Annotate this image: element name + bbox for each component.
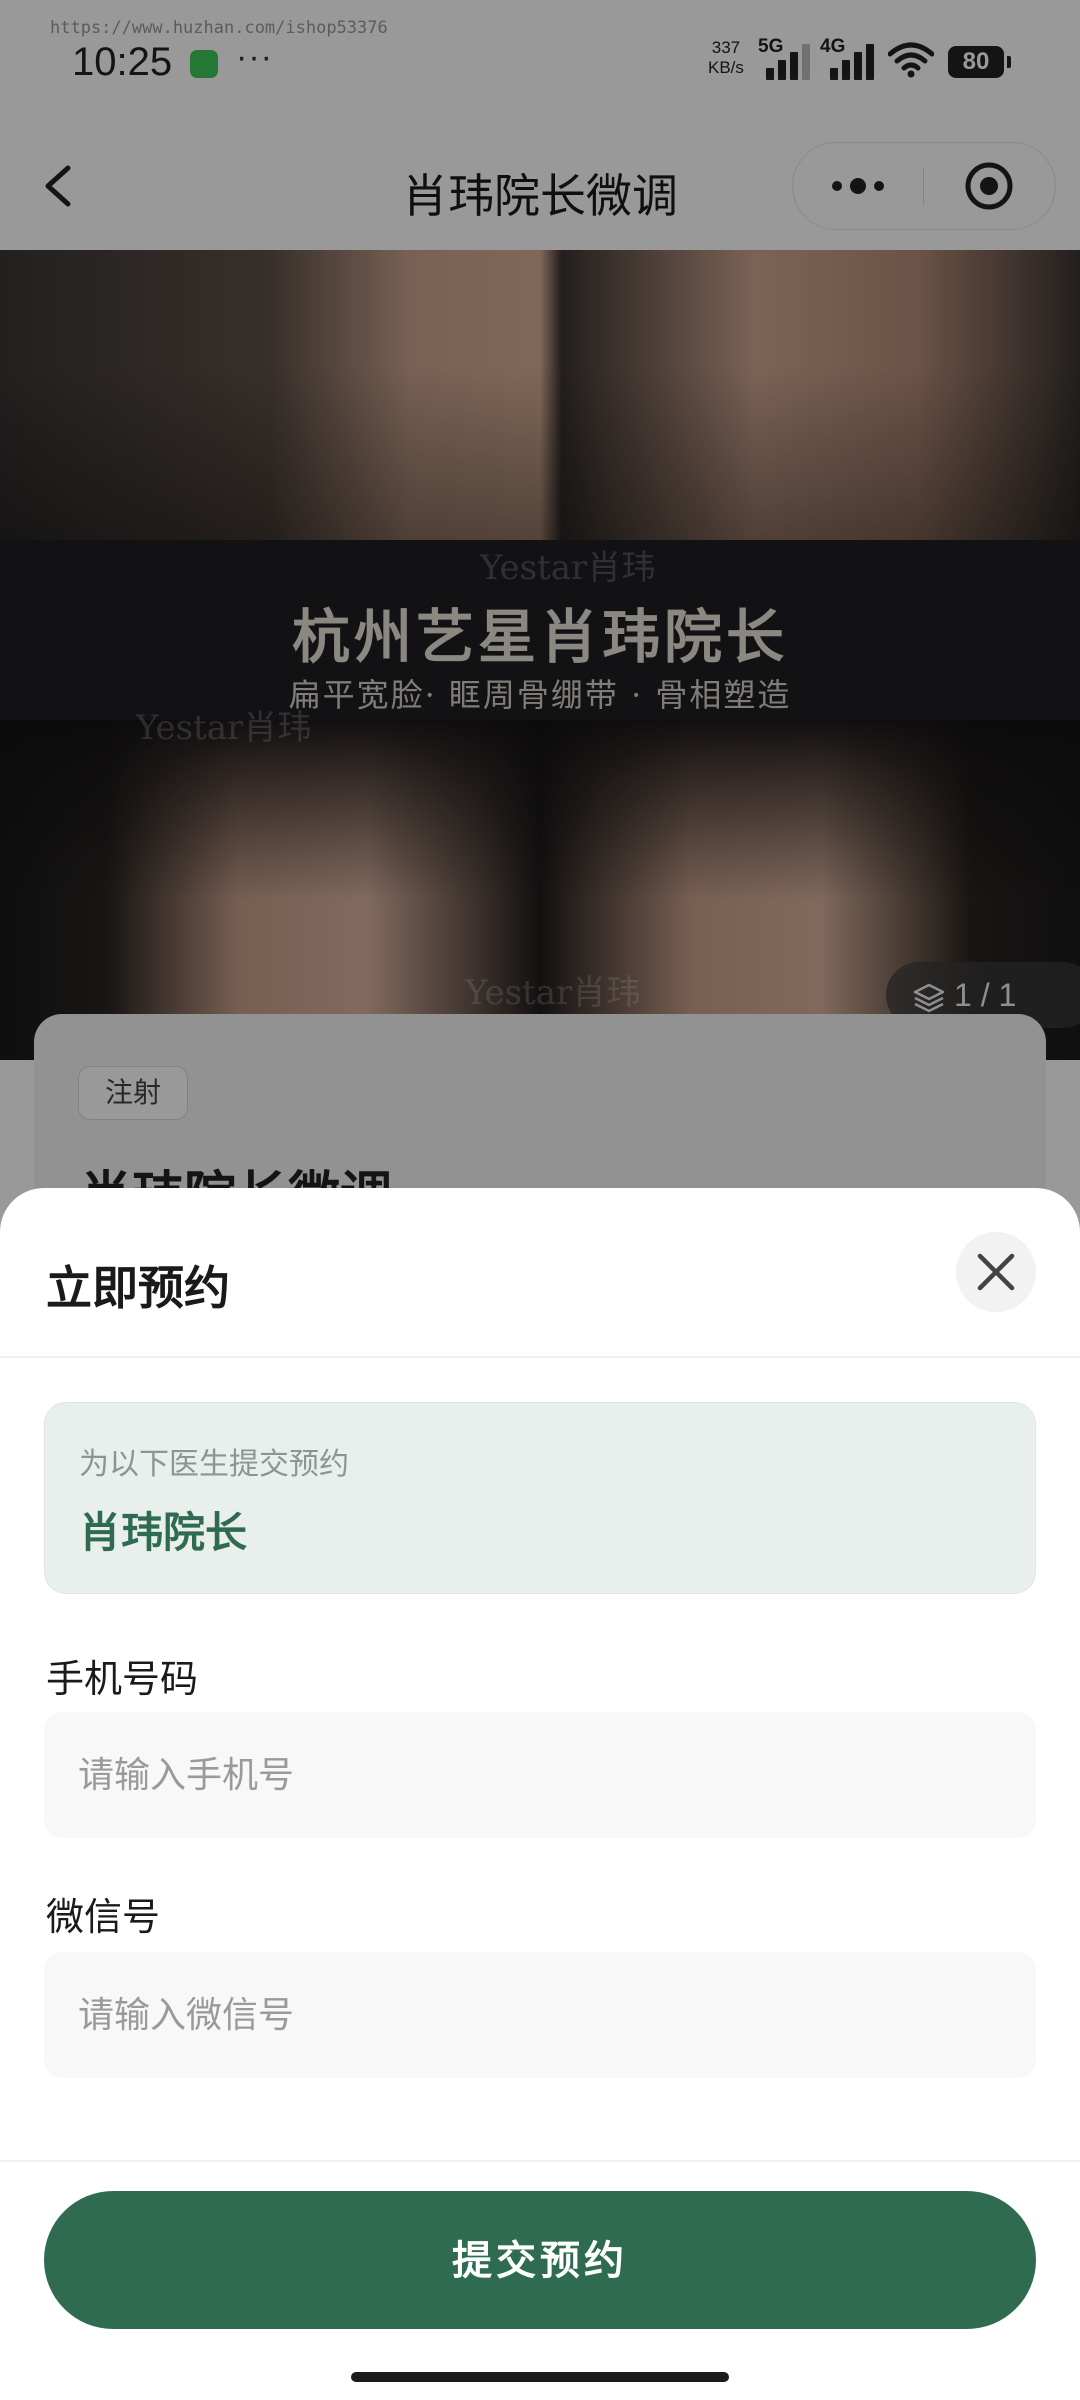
wechat-label: 微信号: [46, 1897, 161, 1939]
sheet-divider: [0, 1356, 1080, 1358]
doctor-info-box: 为以下医生提交预约 肖玮院长: [44, 1402, 1036, 1594]
doctor-name: 肖玮院长: [79, 1509, 248, 1556]
home-indicator[interactable]: [351, 2372, 729, 2382]
doctor-hint: 为以下医生提交预约: [79, 1448, 349, 1481]
booking-sheet: 立即预约 为以下医生提交预约 肖玮院长 手机号码 微信号 提交预约: [0, 1188, 1080, 2400]
phone-input[interactable]: [44, 1712, 1036, 1838]
footer-divider: [0, 2160, 1080, 2162]
sheet-title: 立即预约: [46, 1262, 230, 1314]
phone-label: 手机号码: [46, 1659, 199, 1701]
wechat-input[interactable]: [44, 1952, 1036, 2078]
submit-booking-button[interactable]: 提交预约: [44, 2191, 1036, 2329]
close-icon[interactable]: [956, 1232, 1036, 1312]
